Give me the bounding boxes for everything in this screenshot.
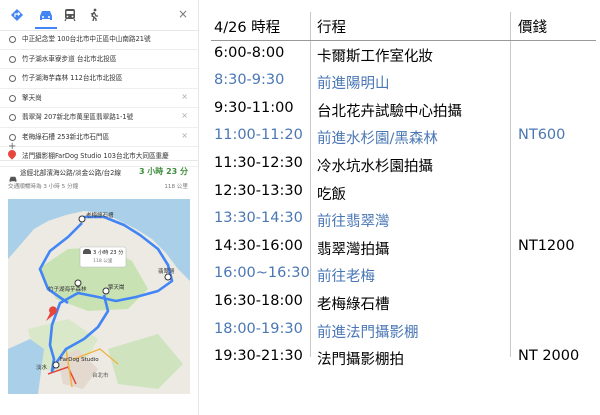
row-activity: 翡翠灣拍攝	[317, 241, 390, 258]
row-activity: 老梅綠石槽	[317, 296, 390, 313]
schedule-row: 11:30-12:30 冷水坑水杉園拍攝	[211, 151, 596, 179]
row-time: 12:30-13:30	[214, 182, 303, 199]
row-time: 6:00-8:00	[214, 44, 285, 61]
directions-icon[interactable]	[9, 8, 25, 22]
header-activity: 行程	[317, 20, 346, 36]
schedule-table: 4/26 時程 行程 價錢 6:00-8:00 卡爾斯工作室化妝 8:30-9:…	[211, 12, 596, 372]
waypoint-dot-icon	[9, 36, 16, 43]
stop-item[interactable]: 竹子湖水車寮步道 台北市北投區	[0, 50, 198, 69]
stop-item[interactable]: 擎天崗 ×	[0, 89, 198, 108]
route-duration: 3 小時 23 分	[138, 167, 188, 176]
row-time: 13:30-14:30	[214, 210, 303, 227]
schedule-row: 12:30-13:30 吃飯	[211, 179, 596, 207]
map-label-bamboo-forest: 竹子湖海芋森林	[48, 285, 87, 293]
map-label-qingtian: 擎天崗	[108, 283, 125, 291]
add-icon[interactable]: +	[8, 141, 16, 152]
row-time: 14:30-16:00	[214, 237, 303, 254]
schedule-row: 13:30-14:30 前往翡翠灣	[211, 206, 596, 234]
row-time: 11:00-11:20	[214, 127, 303, 144]
schedule-row: 16:30-18:00 老梅綠石槽	[211, 289, 596, 317]
schedule-row: 16:00~16:30 前往老梅	[211, 261, 596, 289]
car-icon[interactable]	[35, 8, 57, 29]
stop-label[interactable]: 老梅綠石槽 253新北市石門區	[22, 131, 182, 141]
waypoint-dot-icon	[9, 114, 16, 121]
route-map[interactable]: 老梅綠石槽 翡翠灣 竹子湖海芋森林 擎天崗 淡水 FarDog Studio 台…	[8, 199, 190, 394]
schedule-header: 4/26 時程 行程 價錢	[211, 12, 596, 41]
row-activity: 前進陽明山	[317, 76, 390, 93]
car-icon	[8, 168, 18, 182]
directions-panel: × 中正紀念堂 100台北市中正區中山南路21號 竹子湖水車寮步道 台北市北投區…	[0, 0, 199, 415]
row-time: 8:30-9:30	[214, 72, 285, 89]
remove-stop-icon[interactable]: ×	[181, 131, 188, 140]
stop-label[interactable]: 竹子湖海芋森林 112台北市北投區	[22, 72, 182, 82]
stop-label[interactable]: 翡翠灣 207新北市萬里區翡翠路1-1號	[22, 111, 182, 121]
row-time: 18:00-19:30	[214, 320, 303, 337]
schedule-row: 9:30-11:00 台北花卉試驗中心拍攝	[211, 96, 596, 124]
stop-item[interactable]: 中正紀念堂 100台北市中正區中山南路21號	[0, 30, 198, 50]
row-price: NT600	[518, 127, 566, 144]
row-time: 16:30-18:00	[214, 292, 303, 309]
map-label-tamsui: 淡水	[36, 363, 48, 371]
walk-icon[interactable]	[86, 8, 102, 22]
row-price: NT 2000	[518, 348, 580, 365]
schedule-row: 11:00-11:20 前進水杉園/黑森林 NT600	[211, 123, 596, 151]
schedule-row: 6:00-8:00 卡爾斯工作室化妝	[211, 41, 596, 69]
waypoint-dot-icon	[9, 75, 16, 82]
row-price: NT1200	[518, 237, 575, 254]
row-time: 16:00~16:30	[214, 265, 310, 282]
add-destination[interactable]: +	[0, 140, 198, 156]
map-label-jadebay: 翡翠灣	[158, 267, 175, 275]
map-label-taipei: 台北市	[92, 371, 109, 379]
remove-stop-icon[interactable]: ×	[181, 111, 188, 120]
close-icon[interactable]: ×	[178, 7, 188, 21]
row-activity: 前進法門攝影棚	[317, 324, 419, 341]
row-activity: 冷水坑水杉園拍攝	[317, 158, 433, 175]
route-typical-time: 交通順暢時為 3 小時 5 分鐘	[8, 184, 79, 190]
waypoint-dot-icon	[9, 94, 16, 102]
row-activity: 吃飯	[317, 186, 346, 203]
bubble-time: 3 小時 23 分	[93, 248, 123, 256]
stop-item[interactable]: 翡翠灣 207新北市萬里區翡翠路1-1號 ×	[0, 108, 198, 128]
transit-icon[interactable]	[62, 8, 78, 22]
row-time: 11:30-12:30	[214, 154, 303, 171]
schedule-row: 14:30-16:00 翡翠灣拍攝 NT1200	[211, 234, 596, 262]
route-summary[interactable]: 途經北部濱海公路/淡金公路/台2線 3 小時 23 分 交通順暢時為 3 小時 …	[0, 160, 198, 197]
row-activity: 前往老梅	[317, 269, 375, 286]
bubble-distance: 118 公里	[93, 258, 113, 264]
row-time: 9:30-11:00	[214, 99, 294, 116]
route-distance: 118 公里	[164, 184, 188, 190]
row-activity: 卡爾斯工作室化妝	[317, 48, 433, 65]
header-time: 4/26 時程	[214, 20, 281, 36]
row-activity: 前往翡翠灣	[317, 214, 390, 231]
row-activity: 台北花卉試驗中心拍攝	[317, 103, 462, 120]
stop-label[interactable]: 竹子湖水車寮步道 台北市北投區	[22, 53, 182, 63]
route-description: 途經北部濱海公路/淡金公路/台2線	[20, 169, 121, 177]
remove-stop-icon[interactable]: ×	[181, 92, 188, 101]
map-label-laomei: 老梅綠石槽	[86, 211, 114, 219]
row-time: 19:30-21:30	[214, 348, 303, 365]
header-price: 價錢	[518, 20, 547, 36]
schedule-row: 19:30-21:30 法門攝影棚拍 NT 2000	[211, 344, 596, 372]
schedule-row: 18:00-19:30 前進法門攝影棚	[211, 317, 596, 345]
map-label-studio: FarDog Studio	[60, 357, 99, 363]
row-activity: 法門攝影棚拍	[317, 352, 404, 369]
schedule-row: 8:30-9:30 前進陽明山	[211, 68, 596, 96]
schedule-rows: 6:00-8:00 卡爾斯工作室化妝 8:30-9:30 前進陽明山 9:30-…	[211, 41, 596, 372]
row-activity: 前進水杉園/黑森林	[317, 131, 438, 148]
travel-mode-bar: ×	[0, 0, 198, 31]
stop-label[interactable]: 擎天崗	[22, 92, 182, 102]
waypoint-dot-icon	[9, 55, 16, 63]
stop-label[interactable]: 中正紀念堂 100台北市中正區中山南路21號	[22, 33, 182, 43]
stop-item[interactable]: 竹子湖海芋森林 112台北市北投區	[0, 69, 198, 89]
